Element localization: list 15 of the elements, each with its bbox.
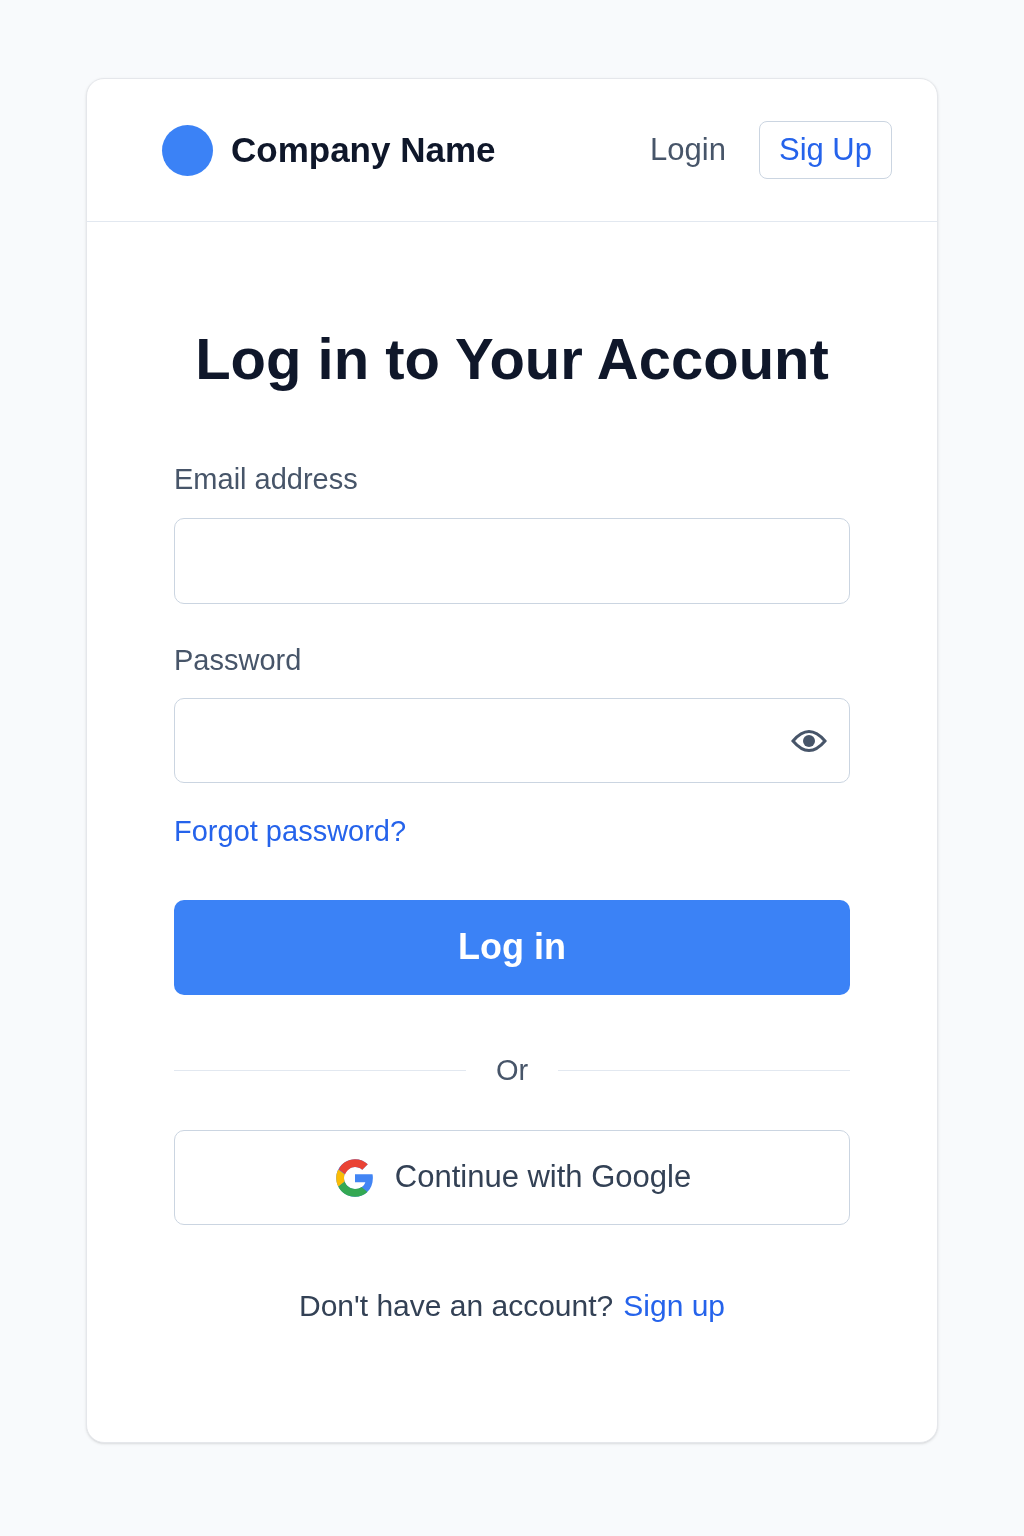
google-button[interactable]: Continue with Google (174, 1130, 850, 1225)
password-label: Password (174, 642, 303, 678)
forgot-password-link[interactable]: Forgot password? (174, 810, 850, 854)
divider-text: Or (494, 1052, 530, 1088)
login-button[interactable]: Log in (174, 899, 850, 995)
logo-icon (162, 124, 213, 176)
sign-up-link[interactable]: Sign up (623, 1283, 725, 1328)
sign-up-button[interactable]: Sig Up (758, 121, 892, 179)
company-name: Company Name (231, 128, 496, 171)
email-field[interactable] (174, 517, 850, 604)
password-field[interactable] (174, 698, 850, 783)
login-link[interactable]: Login (650, 126, 726, 174)
eye-icon[interactable] (791, 727, 827, 754)
signup-prompt: Don't have an account? (298, 1288, 614, 1324)
email-label: Email address (174, 462, 359, 497)
